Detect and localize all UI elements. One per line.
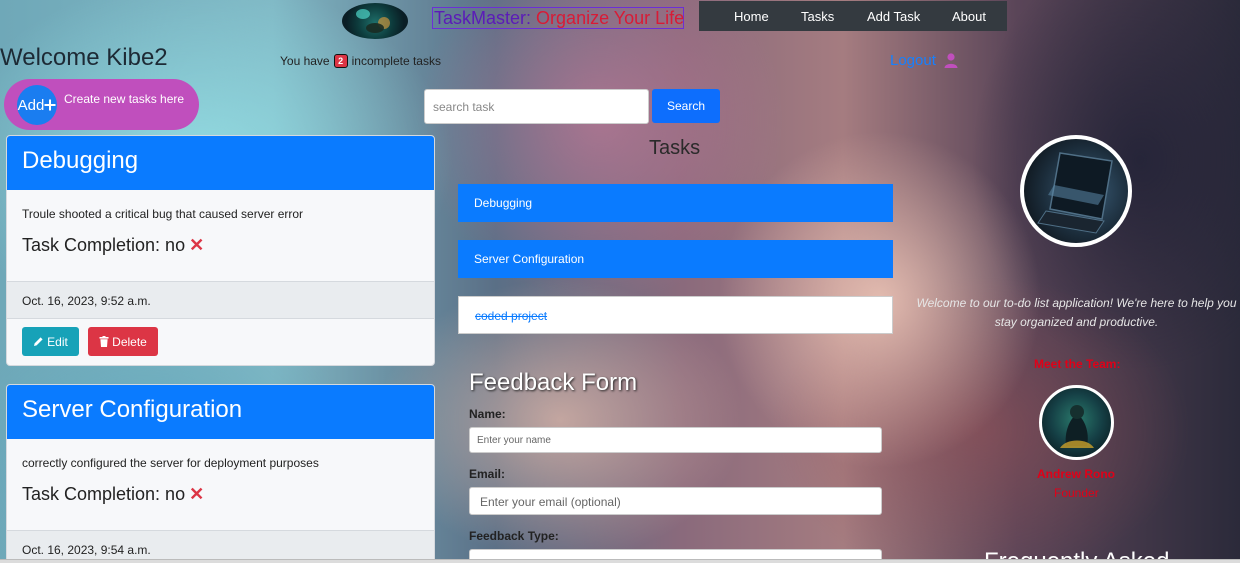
task-list-item-completed[interactable]: coded project [458,296,893,334]
task-card-actions: Edit Delete [7,327,434,356]
task-card-description: correctly configured the server for depl… [22,456,319,470]
task-card-title: Debugging [7,136,434,190]
horizontal-scrollbar[interactable] [0,559,1240,563]
name-label: Name: [469,407,506,421]
feedback-type-label: Feedback Type: [469,529,559,543]
task-card-description: Troule shooted a critical bug that cause… [22,207,304,221]
about-text: Welcome to our to-do list application! W… [916,296,1237,329]
pencil-icon [34,337,43,346]
nav-home[interactable]: Home [734,9,769,24]
search-input[interactable]: search task [424,89,649,124]
avatar-illustration [1060,405,1094,448]
delete-button[interactable]: Delete [88,327,158,356]
welcome-heading: Welcome Kibe2 [0,44,168,71]
user-icon [944,53,958,68]
edit-label: Edit [47,334,68,349]
brand-title[interactable]: TaskMaster: Organize Your Life [432,7,684,29]
nav-add-task[interactable]: Add Task [867,9,920,24]
nav-about[interactable]: About [952,9,986,24]
task-card-completion: Task Completion: no ✕ [22,484,204,505]
logout-label: Logout [890,52,936,69]
feedback-title: Feedback Form [469,369,638,396]
team-member-avatar [1039,385,1114,460]
logout-link[interactable]: Logout [890,52,958,69]
email-field[interactable]: Enter your email (optional) [469,487,882,515]
task-card-date: Oct. 16, 2023, 9:52 a.m. [7,281,434,319]
brand-part-2: Organize Your Life [536,8,685,28]
pending-prefix: You have [280,54,330,68]
cross-icon: ✕ [189,484,205,504]
team-member-name: Andrew Rono [1037,467,1115,481]
email-label: Email: [469,467,506,481]
task-card: Server Configuration correctly configure… [6,384,435,563]
plus-icon [44,99,56,111]
pending-count-badge: 2 [333,54,348,68]
trash-icon [99,336,109,347]
task-card: Debugging Troule shooted a critical bug … [6,135,435,366]
pending-suffix: incomplete tasks [351,54,441,68]
task-card-completion: Task Completion: no ✕ [22,235,204,256]
add-label: Add [17,96,45,114]
cross-icon: ✕ [189,235,205,255]
task-card-title: Server Configuration [7,385,434,439]
search-button[interactable]: Search [652,89,720,123]
nav-tasks[interactable]: Tasks [801,9,834,24]
team-member-role: Founder [1054,486,1099,500]
laptop-image [1020,135,1132,247]
task-card-completion-text: Task Completion: no [22,235,186,255]
team-title: Meet the Team: [1034,357,1121,371]
add-button[interactable]: Add [17,85,57,125]
brand-part-1: TaskMaster: [434,8,532,28]
name-field[interactable]: Enter your name [469,427,882,453]
delete-label: Delete [112,334,147,349]
site-logo[interactable] [342,3,408,39]
navbar: Home Tasks Add Task About [699,1,1007,31]
task-list-item[interactable]: Server Configuration [458,240,893,278]
pending-tasks-notice: You have 2 incomplete tasks [280,54,441,68]
laptop-illustration [1037,152,1113,234]
task-list-item[interactable]: Debugging [458,184,893,222]
add-hint: Create new tasks here [64,92,185,106]
tasks-heading: Tasks [649,137,701,159]
task-card-completion-text: Task Completion: no [22,484,186,504]
edit-button[interactable]: Edit [22,327,79,356]
